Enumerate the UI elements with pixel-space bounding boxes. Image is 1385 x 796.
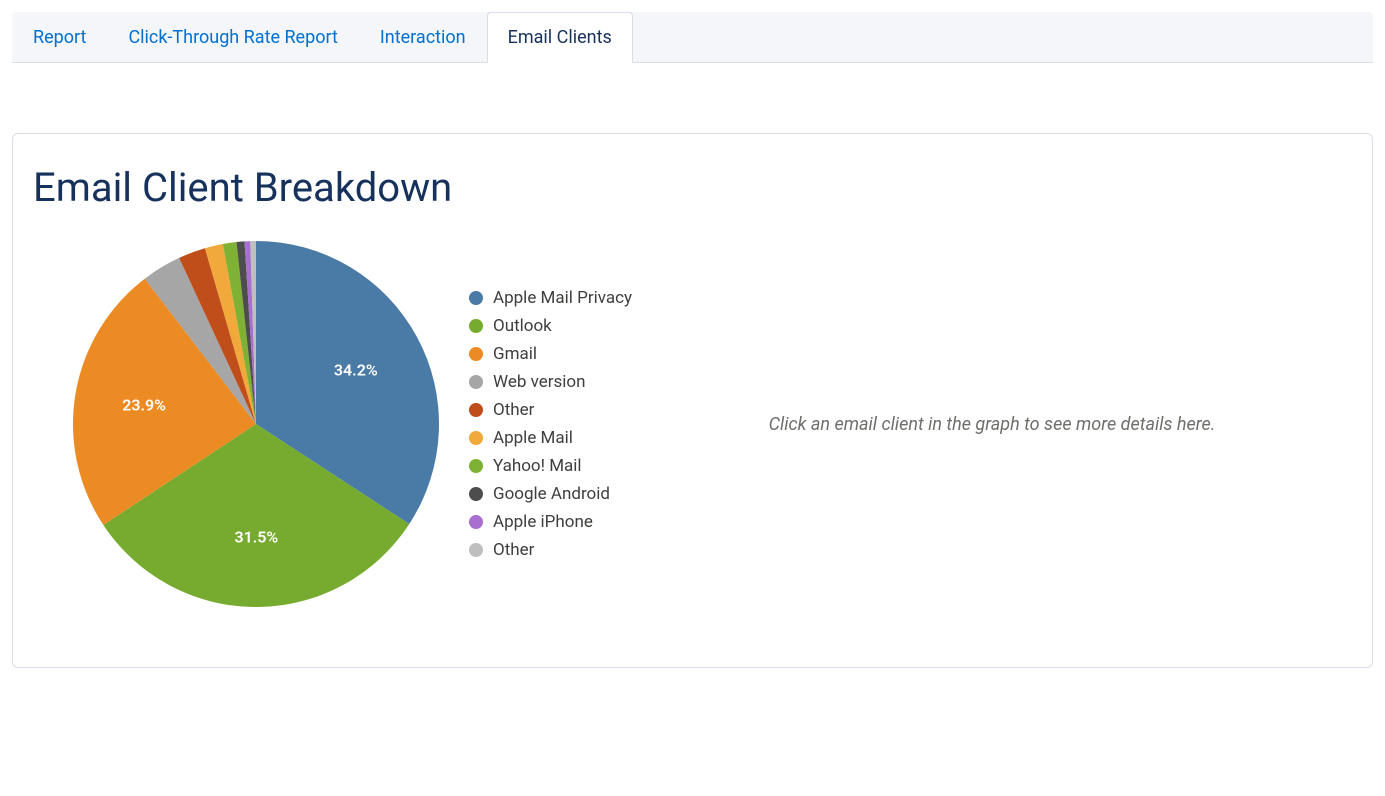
legend-swatch [469, 347, 483, 361]
tab-interaction[interactable]: Interaction [359, 12, 487, 63]
legend-item-outlook[interactable]: Outlook [469, 312, 632, 340]
tab-report[interactable]: Report [12, 12, 107, 63]
legend-item-other[interactable]: Other [469, 396, 632, 424]
legend-label: Yahoo! Mail [493, 456, 582, 476]
legend-item-other[interactable]: Other [469, 536, 632, 564]
legend-item-apple-iphone[interactable]: Apple iPhone [469, 508, 632, 536]
legend-swatch [469, 319, 483, 333]
legend-item-web-version[interactable]: Web version [469, 368, 632, 396]
legend-label: Apple Mail Privacy [493, 288, 632, 308]
legend-item-apple-mail[interactable]: Apple Mail [469, 424, 632, 452]
legend-label: Apple Mail [493, 428, 573, 448]
legend-swatch [469, 291, 483, 305]
card-title: Email Client Breakdown [33, 164, 1352, 211]
legend-swatch [469, 487, 483, 501]
legend-label: Apple iPhone [493, 512, 593, 532]
breakdown-card: Email Client Breakdown 34.2%31.5%23.9% A… [12, 133, 1373, 668]
tab-bar: ReportClick-Through Rate ReportInteracti… [12, 12, 1373, 63]
detail-hint: Click an email client in the graph to se… [632, 414, 1352, 435]
legend-label: Google Android [493, 484, 610, 504]
legend-label: Gmail [493, 344, 537, 364]
legend-label: Other [493, 540, 534, 560]
legend-swatch [469, 431, 483, 445]
legend-label: Other [493, 400, 534, 420]
legend: Apple Mail Privacy Outlook Gmail Web versio… [469, 284, 632, 564]
legend-swatch [469, 403, 483, 417]
legend-label: Outlook [493, 316, 552, 336]
pie-chart[interactable]: 34.2%31.5%23.9% [73, 241, 439, 607]
legend-item-google-android[interactable]: Google Android [469, 480, 632, 508]
tab-click-through-rate-report[interactable]: Click-Through Rate Report [107, 12, 358, 63]
legend-label: Web version [493, 372, 586, 392]
legend-item-apple-mail-privacy[interactable]: Apple Mail Privacy [469, 284, 632, 312]
legend-swatch [469, 459, 483, 473]
tab-email-clients[interactable]: Email Clients [487, 12, 633, 63]
legend-item-gmail[interactable]: Gmail [469, 340, 632, 368]
legend-item-yahoo-mail[interactable]: Yahoo! Mail [469, 452, 632, 480]
legend-swatch [469, 543, 483, 557]
legend-swatch [469, 375, 483, 389]
legend-swatch [469, 515, 483, 529]
